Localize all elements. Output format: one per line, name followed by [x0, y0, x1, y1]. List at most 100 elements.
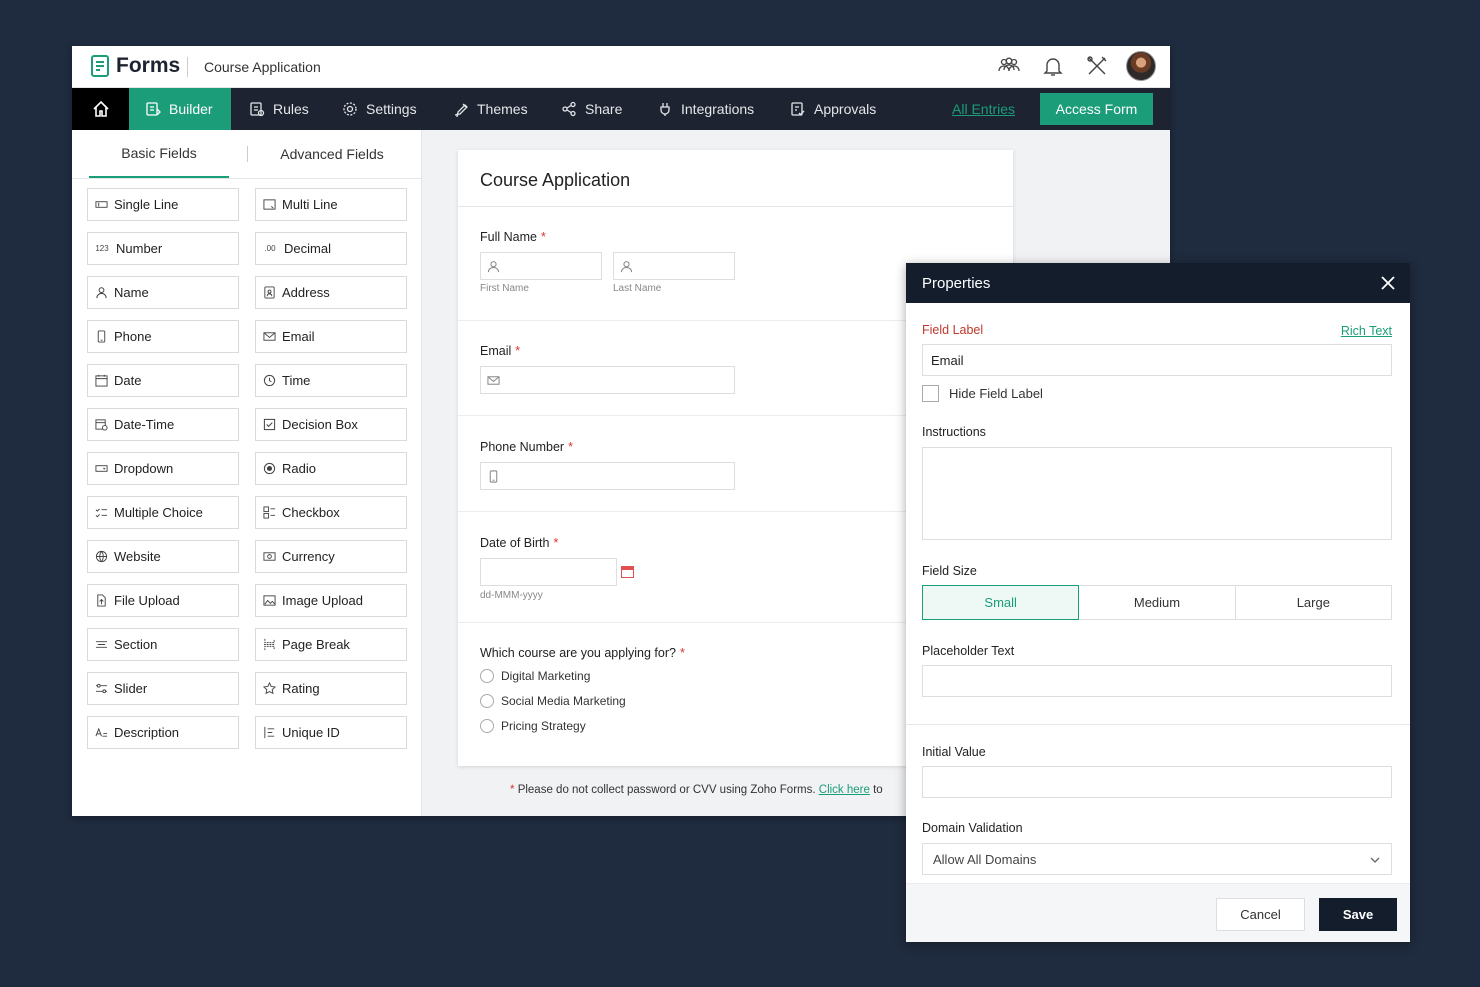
email-label: Email *	[480, 344, 521, 358]
field-slider-button[interactable]: Slider	[87, 672, 239, 705]
course-option[interactable]: Pricing Strategy	[480, 719, 586, 733]
field-label-input[interactable]: Email	[922, 344, 1392, 376]
nav-label: Approvals	[814, 101, 877, 117]
decision-box-icon	[262, 418, 276, 432]
calendar-icon[interactable]	[621, 566, 634, 578]
email-icon	[262, 330, 276, 344]
app-logo[interactable]: Forms	[90, 54, 180, 78]
instructions-textarea[interactable]	[922, 447, 1392, 540]
field-address-button[interactable]: Address	[255, 276, 407, 309]
field-date-button[interactable]: Date	[87, 364, 239, 397]
last-name-input[interactable]	[613, 252, 735, 280]
close-icon[interactable]	[1376, 271, 1400, 295]
size-small-option[interactable]: Small	[922, 585, 1080, 620]
radio-button[interactable]	[480, 694, 494, 708]
bell-icon[interactable]	[1038, 51, 1068, 81]
field-decimal-button[interactable]: .00 Decimal	[255, 232, 407, 265]
field-button-label: Description	[114, 725, 180, 740]
field-page-break-button[interactable]: Page Break	[255, 628, 407, 661]
domain-validation-label: Domain Validation	[922, 821, 1023, 835]
field-number-button[interactable]: 123 Number	[87, 232, 239, 265]
field-file-upload-button[interactable]: File Upload	[87, 584, 239, 617]
course-option[interactable]: Social Media Marketing	[480, 694, 626, 708]
name-icon	[94, 286, 108, 300]
field-button-label: Rating	[282, 681, 320, 696]
password-notice: * Please do not collect password or CVV …	[510, 784, 883, 796]
initial-value-input[interactable]	[922, 766, 1392, 798]
heading-divider	[458, 206, 1013, 207]
access-form-button[interactable]: Access Form	[1040, 93, 1153, 125]
nav-rules[interactable]: Rules	[249, 88, 309, 130]
field-description-button[interactable]: Description	[87, 716, 239, 749]
avatar[interactable]	[1126, 51, 1156, 81]
tools-icon[interactable]	[1082, 51, 1112, 81]
nav-builder[interactable]: Builder	[129, 88, 231, 130]
nav-integrations[interactable]: Integrations	[657, 88, 754, 130]
field-image-upload-button[interactable]: Image Upload	[255, 584, 407, 617]
radio-button[interactable]	[480, 669, 494, 683]
properties-panel: Properties Field Label Rich Text Email H…	[906, 263, 1410, 942]
users-icon[interactable]	[994, 51, 1024, 81]
field-button-label: Decision Box	[282, 417, 358, 432]
hide-label-checkbox[interactable]	[922, 385, 939, 402]
tab-advanced-fields[interactable]: Advanced Fields	[262, 130, 402, 178]
field-time-button[interactable]: Time	[255, 364, 407, 397]
field-dropdown-button[interactable]: Dropdown	[87, 452, 239, 485]
email-input[interactable]	[480, 366, 735, 394]
field-button-label: Time	[282, 373, 311, 388]
field-palette: Basic Fields Advanced Fields Single Line…	[72, 130, 422, 816]
nav-approvals[interactable]: Approvals	[790, 88, 876, 130]
course-label: Which course are you applying for? *	[480, 646, 685, 660]
field-button-label: Address	[282, 285, 330, 300]
field-website-button[interactable]: Website	[87, 540, 239, 573]
field-currency-button[interactable]: Currency	[255, 540, 407, 573]
unique-id-icon	[262, 726, 276, 740]
hide-field-label-row[interactable]: Hide Field Label	[922, 385, 1043, 402]
field-multiple-choice-button[interactable]: Multiple Choice	[87, 496, 239, 529]
first-name-input[interactable]	[480, 252, 602, 280]
click-here-link[interactable]: Click here	[819, 784, 870, 796]
size-medium-option[interactable]: Medium	[1079, 586, 1236, 619]
phone-input[interactable]	[480, 462, 735, 490]
field-decision-box-button[interactable]: Decision Box	[255, 408, 407, 441]
field-section-button[interactable]: Section	[87, 628, 239, 661]
all-entries-link[interactable]: All Entries	[952, 101, 1015, 117]
field-unique-id-button[interactable]: Unique ID	[255, 716, 407, 749]
field-email-button[interactable]: Email	[255, 320, 407, 353]
field-button-label: Single Line	[114, 197, 179, 212]
radio-button[interactable]	[480, 719, 494, 733]
home-button[interactable]	[72, 88, 129, 130]
size-large-option[interactable]: Large	[1236, 586, 1391, 619]
field-button-label: Email	[282, 329, 315, 344]
phone-icon	[489, 470, 498, 483]
dob-input[interactable]	[480, 558, 617, 586]
field-phone-button[interactable]: Phone	[87, 320, 239, 353]
nav-themes[interactable]: Themes	[453, 88, 528, 130]
cancel-button[interactable]: Cancel	[1216, 898, 1305, 931]
tab-basic-fields[interactable]: Basic Fields	[89, 130, 229, 178]
field-rating-button[interactable]: Rating	[255, 672, 407, 705]
nav-label: Share	[585, 101, 623, 117]
field-checkbox-button[interactable]: Checkbox	[255, 496, 407, 529]
field-name-button[interactable]: Name	[87, 276, 239, 309]
number-icon: 123	[95, 244, 109, 253]
field-button-label: Radio	[282, 461, 316, 476]
home-icon	[92, 100, 109, 117]
rich-text-link[interactable]: Rich Text	[1341, 324, 1392, 338]
field-radio-button[interactable]: Radio	[255, 452, 407, 485]
brush-icon	[454, 103, 468, 117]
checkbox-icon	[262, 506, 276, 520]
field-button-label: Currency	[282, 549, 335, 564]
field-single-line-button[interactable]: Single Line	[87, 188, 239, 221]
placeholder-label: Placeholder Text	[922, 644, 1015, 658]
nav-share[interactable]: Share	[561, 88, 622, 130]
domain-validation-select[interactable]: Allow All Domains	[922, 843, 1392, 875]
placeholder-input[interactable]	[922, 665, 1392, 697]
field-size-toggle: Small Medium Large	[922, 585, 1392, 620]
nav-settings[interactable]: Settings	[342, 88, 417, 130]
field-multi-line-button[interactable]: Multi Line	[255, 188, 407, 221]
course-option[interactable]: Digital Marketing	[480, 669, 590, 683]
field-button-label: Dropdown	[114, 461, 174, 476]
field-date-time-button[interactable]: Date-Time	[87, 408, 239, 441]
save-button[interactable]: Save	[1319, 898, 1397, 931]
